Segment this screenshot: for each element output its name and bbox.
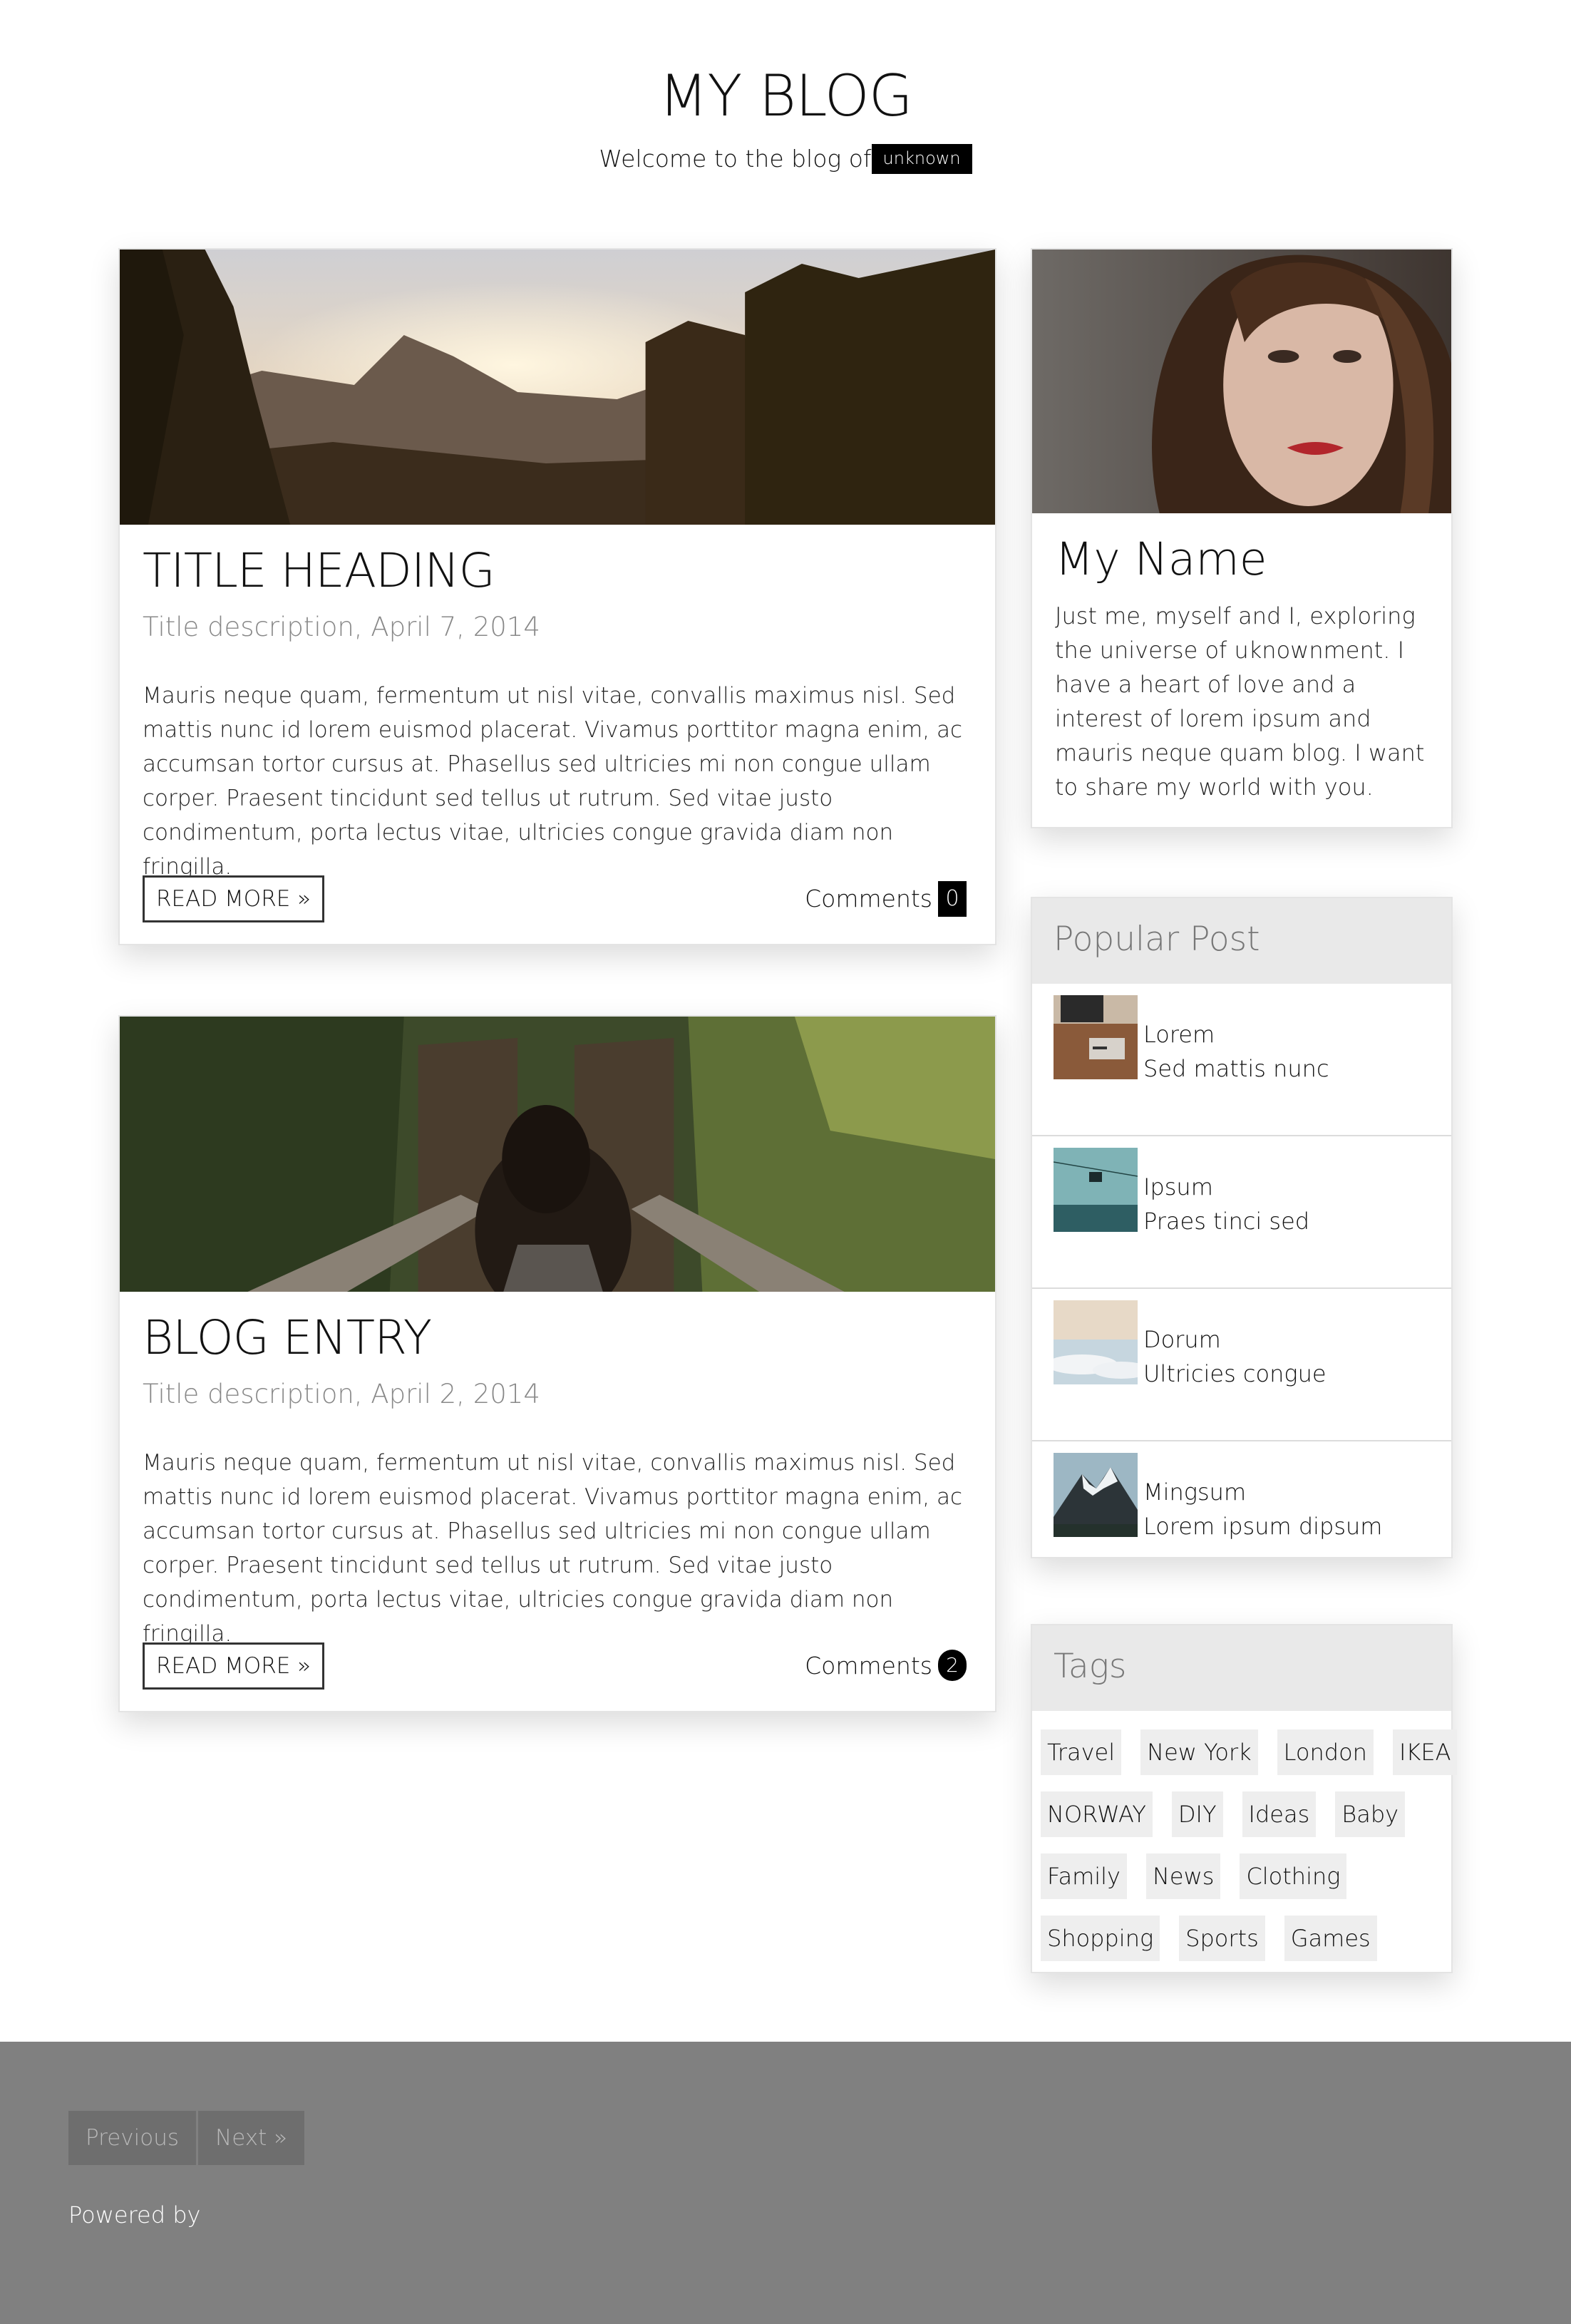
comments-label: Comments xyxy=(805,885,932,912)
tag-row: NORWAY DIY Ideas Baby xyxy=(1041,1791,1451,1837)
popular-post-title: Lorem xyxy=(1143,1021,1215,1048)
popular-post-item[interactable]: Ipsum Praes tinci sed xyxy=(1032,1136,1451,1289)
mountain-thumb xyxy=(1054,1453,1138,1537)
tag-new-york[interactable]: New York xyxy=(1140,1729,1258,1775)
tags-widget: Tags Travel New York London IKEA NORWAY … xyxy=(1031,1624,1458,1973)
tag-news[interactable]: News xyxy=(1145,1853,1221,1899)
tag-shopping[interactable]: Shopping xyxy=(1041,1916,1160,1961)
blog-post-card: TITLE HEADING Title description, April 7… xyxy=(118,248,996,945)
tag-norway[interactable]: NORWAY xyxy=(1041,1791,1153,1837)
tag-family[interactable]: Family xyxy=(1041,1853,1127,1899)
widget-title: Popular Post xyxy=(1054,920,1260,959)
post-description: Title description, April 2, 2014 xyxy=(143,1379,540,1409)
bridge-woman-photo xyxy=(120,1017,995,1292)
mountain-sunset-photo xyxy=(120,250,995,525)
popular-post-widget: Popular Post Lorem Sed mattis nunc Ipsum xyxy=(1031,897,1453,1558)
profile-name: My Name xyxy=(1055,533,1267,585)
next-button[interactable]: Next » xyxy=(198,2111,305,2165)
popular-post-title: Ipsum xyxy=(1143,1173,1213,1200)
site-header: MY BLOG Welcome to the blog of unknown xyxy=(0,0,1571,214)
read-more-button[interactable]: READ MORE » xyxy=(143,875,325,922)
read-more-button[interactable]: READ MORE » xyxy=(143,1642,325,1690)
widget-header: Popular Post xyxy=(1032,898,1451,984)
tag-clothing[interactable]: Clothing xyxy=(1240,1853,1347,1899)
widget-title: Tags xyxy=(1054,1647,1127,1686)
tag-baby[interactable]: Baby xyxy=(1335,1791,1406,1837)
previous-button[interactable]: Previous xyxy=(68,2111,197,2165)
popular-post-subtitle: Praes tinci sed xyxy=(1143,1208,1310,1235)
widget-header: Tags xyxy=(1032,1625,1451,1711)
comments-label: Comments xyxy=(805,1652,932,1680)
comments-link[interactable]: Comments 2 xyxy=(805,1648,967,1684)
post-title: BLOG ENTRY xyxy=(143,1310,432,1365)
tag-travel[interactable]: Travel xyxy=(1041,1729,1122,1775)
tag-row: Shopping Sports Games xyxy=(1041,1916,1451,1961)
post-description: Title description, April 7, 2014 xyxy=(143,612,540,642)
comments-count-badge: 2 xyxy=(938,1650,967,1681)
tag-sports[interactable]: Sports xyxy=(1179,1916,1265,1961)
profile-bio: Just me, myself and I, exploring the uni… xyxy=(1055,602,1425,801)
post-body: Mauris neque quam, fermentum ut nisl vit… xyxy=(143,1450,962,1647)
popular-post-subtitle: Ultricies congue xyxy=(1143,1360,1327,1387)
post-body: Mauris neque quam, fermentum ut nisl vit… xyxy=(143,683,962,880)
tag-ideas[interactable]: Ideas xyxy=(1242,1791,1317,1837)
tag-row: Travel New York London IKEA xyxy=(1041,1729,1458,1775)
popular-post-title: Dorum xyxy=(1143,1326,1221,1353)
popular-post-item[interactable]: Mingsum Lorem ipsum dipsum xyxy=(1032,1441,1451,1560)
tag-games[interactable]: Games xyxy=(1284,1916,1377,1961)
tag-row: Family News Clothing xyxy=(1041,1853,1451,1899)
comments-link[interactable]: Comments 0 xyxy=(805,881,967,917)
site-title: MY BLOG xyxy=(659,63,912,129)
gondola-thumb xyxy=(1054,1148,1138,1232)
site-footer: Previous Next » Powered by xyxy=(0,2042,1571,2324)
popular-post-item[interactable]: Lorem Sed mattis nunc xyxy=(1032,984,1451,1136)
tag-diy[interactable]: DIY xyxy=(1171,1791,1223,1837)
profile-card: My Name Just me, myself and I, exploring… xyxy=(1031,248,1453,828)
tag-london[interactable]: London xyxy=(1277,1729,1374,1775)
popular-post-title: Mingsum xyxy=(1143,1479,1247,1506)
clouds-thumb xyxy=(1054,1300,1138,1384)
powered-by-text: Powered by xyxy=(68,2201,201,2228)
popular-post-item[interactable]: Dorum Ultricies congue xyxy=(1032,1289,1451,1441)
portrait-photo xyxy=(1032,250,1451,513)
tag-ikea[interactable]: IKEA xyxy=(1392,1729,1458,1775)
blog-post-card: BLOG ENTRY Title description, April 2, 2… xyxy=(118,1015,996,1712)
workspace-thumb xyxy=(1054,995,1138,1079)
post-title: TITLE HEADING xyxy=(143,543,495,598)
popular-post-subtitle: Sed mattis nunc xyxy=(1143,1055,1329,1082)
comments-count-badge: 0 xyxy=(938,881,967,917)
author-tag: unknown xyxy=(871,144,972,174)
popular-post-subtitle: Lorem ipsum dipsum xyxy=(1143,1513,1383,1540)
site-subtitle-text: Welcome to the blog of xyxy=(599,145,872,173)
site-subtitle: Welcome to the blog of unknown xyxy=(0,144,1571,174)
tag-cloud: Travel New York London IKEA NORWAY DIY I… xyxy=(1032,1711,1458,1978)
